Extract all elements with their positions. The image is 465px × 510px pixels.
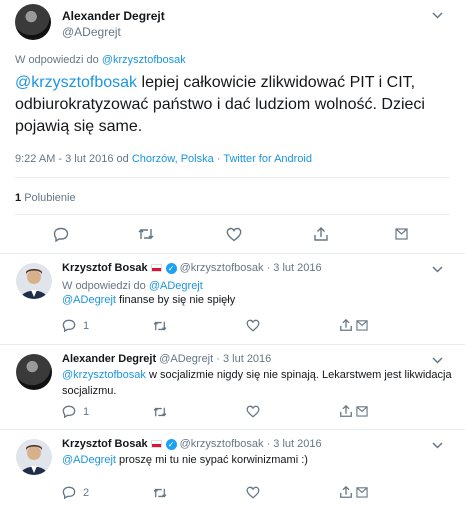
reply-to-link[interactable]: @krzysztofbosak	[102, 54, 186, 66]
tweet-date[interactable]: · 3 lut 2016	[267, 438, 322, 450]
dm-share-button[interactable]	[356, 404, 368, 417]
share-icon	[339, 318, 353, 332]
likes-count: 1	[15, 192, 22, 204]
client-link[interactable]: Twitter for Android	[223, 153, 312, 165]
reply-prefix: W odpowiedzi do	[62, 280, 146, 292]
retweet-icon	[152, 406, 168, 418]
main-tweet: Alexander Degrejt @ADegrejt W odpowiedzi…	[0, 0, 465, 254]
avatar[interactable]	[16, 354, 52, 390]
reply-context: W odpowiedzi do @krzysztofbosak	[15, 54, 186, 66]
like-button[interactable]	[246, 405, 260, 418]
share-icon	[356, 485, 368, 498]
reply-to-link[interactable]: @ADegrejt	[149, 280, 203, 292]
like-button[interactable]	[226, 227, 242, 242]
reply-icon	[62, 486, 76, 499]
heart-icon	[226, 227, 242, 242]
share-icon	[395, 226, 408, 240]
tweet-text: @krzysztofbosak lepiej całkowicie zlikwi…	[15, 72, 455, 138]
like-button[interactable]	[246, 319, 260, 332]
tweet-metadata: 9:22 AM - 3 lut 2016 od Chorzów, Polska …	[15, 153, 312, 165]
poland-flag-icon	[150, 264, 162, 273]
mention-link[interactable]: @ADegrejt	[62, 454, 116, 466]
heart-icon	[246, 486, 260, 499]
share-icon	[313, 226, 329, 242]
retweet-icon	[137, 227, 155, 241]
share-icon	[339, 404, 353, 418]
reply-button[interactable]: 1	[62, 405, 89, 418]
avatar[interactable]	[15, 4, 51, 40]
tweet-date[interactable]: · 3 lut 2016	[267, 262, 322, 274]
divider	[15, 214, 450, 215]
tweet-text: @ADegrejt finanse by się nie spięły	[62, 292, 452, 308]
author-name[interactable]: Krzysztof Bosak	[62, 438, 148, 450]
reply-button[interactable]: 1	[62, 319, 89, 332]
reply-tweet[interactable]: Krzysztof Bosak ✓ @krzysztofbosak · 3 lut …	[0, 430, 465, 510]
reply-prefix: W odpowiedzi do	[15, 54, 99, 66]
tweet-body: proszę mi tu nie sypać korwinizmami :)	[115, 454, 308, 466]
location-link[interactable]: Chorzów, Polska	[132, 153, 214, 165]
reply-icon	[62, 405, 76, 418]
author-name[interactable]: Alexander Degrejt	[62, 353, 156, 365]
reply-context: W odpowiedzi do @ADegrejt	[62, 279, 203, 293]
author-handle[interactable]: @ADegrejt	[159, 353, 213, 365]
avatar[interactable]	[16, 263, 52, 299]
share-button[interactable]	[339, 404, 353, 418]
reply-count: 1	[83, 319, 90, 332]
retweet-button[interactable]	[152, 406, 168, 418]
reply-icon	[53, 227, 69, 242]
share-icon	[339, 485, 353, 499]
tweet-text: @ADegrejt proszę mi tu nie sypać korwini…	[62, 452, 452, 468]
heart-icon	[246, 319, 260, 332]
chevron-down-icon[interactable]	[432, 440, 443, 452]
reply-header: Krzysztof Bosak ✓ @krzysztofbosak · 3 lut …	[62, 438, 322, 450]
author-handle[interactable]: @krzysztofbosak	[180, 438, 264, 450]
verified-badge-icon: ✓	[165, 438, 177, 450]
heart-icon	[246, 405, 260, 418]
reply-count: 2	[83, 486, 90, 499]
share-button[interactable]	[313, 226, 329, 242]
retweet-button[interactable]	[152, 320, 168, 332]
reply-button[interactable]: 2	[62, 486, 89, 499]
reply-count: 1	[83, 405, 90, 418]
author-name[interactable]: Krzysztof Bosak	[62, 262, 148, 274]
mention-link[interactable]: @ADegrejt	[62, 294, 116, 306]
mention-link[interactable]: @krzysztofbosak	[15, 74, 137, 91]
dm-share-button[interactable]	[356, 318, 368, 331]
likes-summary[interactable]: 1 Polubienie	[15, 192, 76, 204]
dm-share-button[interactable]	[395, 226, 408, 240]
tweet-date[interactable]: · 3 lut 2016	[216, 353, 271, 365]
share-icon	[356, 404, 368, 417]
divider	[15, 177, 450, 178]
share-button[interactable]	[339, 485, 353, 499]
tweet-time[interactable]: 9:22 AM - 3 lut 2016 od	[15, 153, 129, 165]
retweet-icon	[152, 487, 168, 499]
separator: ·	[216, 153, 221, 165]
verified-badge-icon: ✓	[165, 262, 177, 274]
reply-header: Krzysztof Bosak ✓ @krzysztofbosak · 3 lut …	[62, 262, 322, 274]
tweet-text: @krzysztofbosak w socjalizmie nigdy się …	[62, 367, 452, 399]
retweet-button[interactable]	[137, 227, 155, 241]
tweet-body: finanse by się nie spięły	[115, 294, 236, 306]
dm-share-button[interactable]	[356, 485, 368, 498]
reply-tweet[interactable]: Krzysztof Bosak ✓ @krzysztofbosak · 3 lut …	[0, 254, 465, 345]
author-name[interactable]: Alexander Degrejt	[62, 9, 165, 23]
author-handle[interactable]: @krzysztofbosak	[180, 262, 264, 274]
retweet-button[interactable]	[152, 487, 168, 499]
share-icon	[356, 318, 368, 331]
share-button[interactable]	[339, 318, 353, 332]
poland-flag-icon	[150, 440, 162, 449]
chevron-down-icon[interactable]	[432, 10, 443, 22]
retweet-icon	[152, 320, 168, 332]
like-button[interactable]	[246, 486, 260, 499]
avatar[interactable]	[16, 439, 52, 475]
likes-label: Polubienie	[24, 192, 76, 204]
reply-button[interactable]	[53, 227, 69, 242]
author-handle[interactable]: @ADegrejt	[62, 25, 121, 39]
chevron-down-icon[interactable]	[432, 355, 443, 367]
reply-header: Alexander Degrejt @ADegrejt · 3 lut 2016	[62, 353, 271, 365]
reply-tweet[interactable]: Alexander Degrejt @ADegrejt · 3 lut 2016…	[0, 345, 465, 430]
mention-link[interactable]: @krzysztofbosak	[62, 369, 146, 381]
reply-icon	[62, 319, 76, 332]
chevron-down-icon[interactable]	[432, 264, 443, 276]
